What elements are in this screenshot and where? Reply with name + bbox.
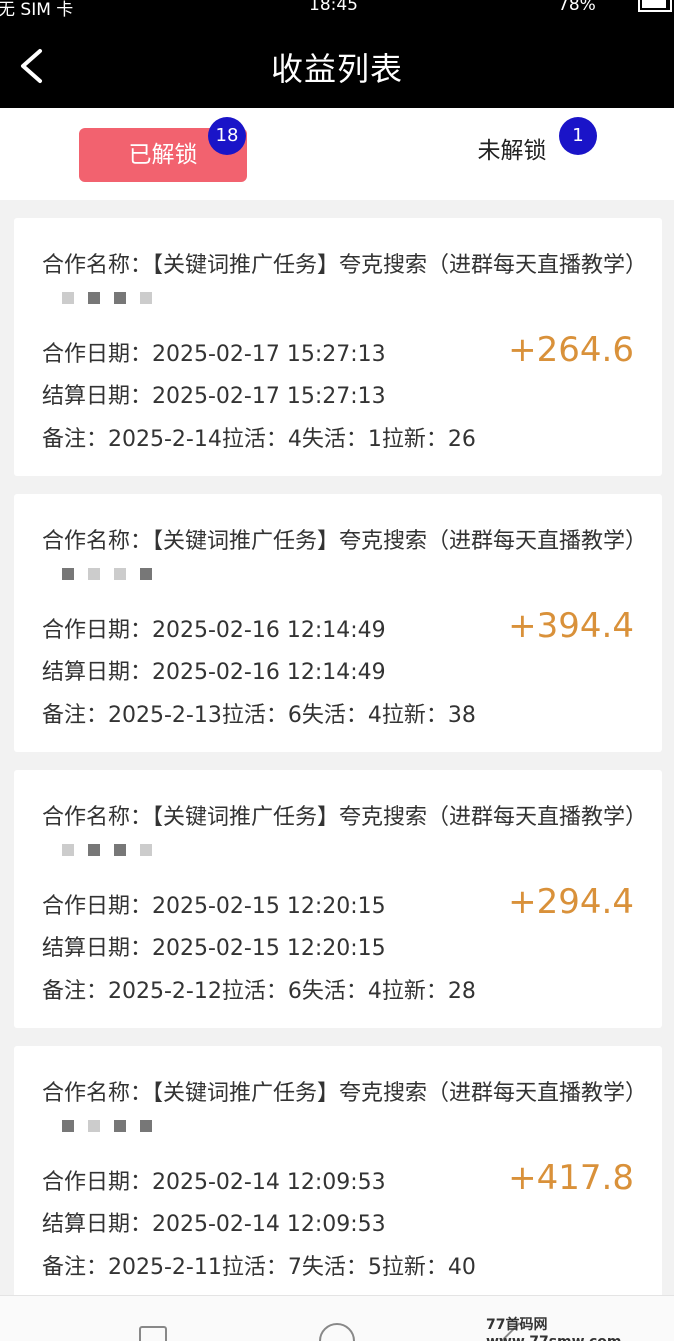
page-title: 收益列表 <box>270 50 403 88</box>
redacted-text <box>62 558 166 590</box>
settlement-date: 结算日期：2025-02-17 15:27:13 <box>42 384 386 409</box>
locked-count-badge: 1 <box>559 117 597 155</box>
earning-amount: +394.4 <box>508 606 634 646</box>
header: 收益列表 <box>0 18 674 108</box>
note: 备注：2025-2-14拉活：4失活：1拉新：26 <box>42 427 476 452</box>
battery-percent: 78% <box>558 0 596 15</box>
nav-home-icon[interactable] <box>319 1323 355 1341</box>
cooperation-name: 合作名称：【关键词推广任务】夸克搜索（进群每天直播教学） <box>42 526 647 590</box>
redacted-text <box>62 834 166 866</box>
settlement-date: 结算日期：2025-02-16 12:14:49 <box>42 660 386 685</box>
cooperation-name: 合作名称：【关键词推广任务】夸克搜索（进群每天直播教学） <box>42 250 647 314</box>
redacted-text <box>62 1110 166 1142</box>
note: 备注：2025-2-12拉活：6失活：4拉新：28 <box>42 979 476 1004</box>
earning-amount: +264.6 <box>508 330 634 370</box>
earning-card[interactable]: 合作名称：【关键词推广任务】夸克搜索（进群每天直播教学） 合作日期：2025-0… <box>14 1046 662 1304</box>
earning-amount: +417.8 <box>508 1158 634 1198</box>
cooperation-date: 合作日期：2025-02-16 12:14:49 <box>42 618 386 643</box>
cooperation-date: 合作日期：2025-02-15 12:20:15 <box>42 894 386 919</box>
cooperation-date: 合作日期：2025-02-14 12:09:53 <box>42 1170 386 1195</box>
earning-card[interactable]: 合作名称：【关键词推广任务】夸克搜索（进群每天直播教学） 合作日期：2025-0… <box>14 494 662 752</box>
carrier-label: 无 SIM 卡 <box>0 0 74 20</box>
cooperation-name: 合作名称：【关键词推广任务】夸克搜索（进群每天直播教学） <box>42 1078 647 1142</box>
settlement-date: 结算日期：2025-02-15 12:20:15 <box>42 936 386 961</box>
clock: 18:45 <box>309 0 358 15</box>
redacted-text <box>62 282 166 314</box>
note: 备注：2025-2-13拉活：6失活：4拉新：38 <box>42 703 476 728</box>
battery-icon <box>638 0 672 12</box>
settlement-date: 结算日期：2025-02-14 12:09:53 <box>42 1212 386 1237</box>
earning-card[interactable]: 合作名称：【关键词推广任务】夸克搜索（进群每天直播教学） 合作日期：2025-0… <box>14 770 662 1028</box>
earning-card[interactable]: 合作名称：【关键词推广任务】夸克搜索（进群每天直播教学） 合作日期：2025-0… <box>14 218 662 476</box>
earning-amount: +294.4 <box>508 882 634 922</box>
cooperation-date: 合作日期：2025-02-17 15:27:13 <box>42 342 386 367</box>
note: 备注：2025-2-11拉活：7失活：5拉新：40 <box>42 1255 476 1280</box>
cooperation-name: 合作名称：【关键词推广任务】夸克搜索（进群每天直播教学） <box>42 802 647 866</box>
unlocked-count-badge: 18 <box>208 117 246 155</box>
tab-locked[interactable]: 未解锁 <box>462 128 562 182</box>
status-bar: 无 SIM 卡 18:45 78% <box>0 0 674 20</box>
watermark: 77首码网 www.77smw.com <box>486 1317 622 1341</box>
nav-recent-icon[interactable] <box>139 1326 167 1341</box>
